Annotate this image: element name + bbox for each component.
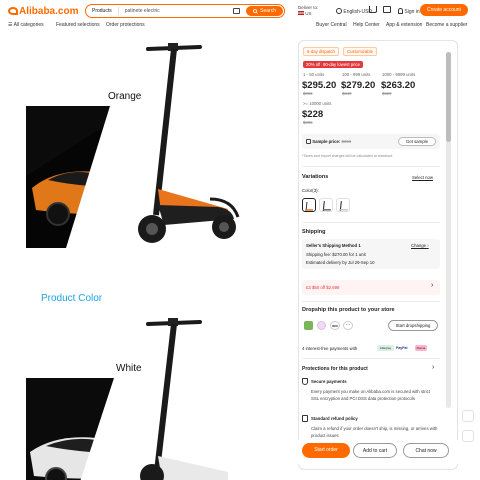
refund-icon xyxy=(302,415,308,422)
divider xyxy=(302,222,440,223)
tier-price-1: $295.20 xyxy=(302,80,337,91)
tier-old-price-3: $329 xyxy=(382,91,392,96)
product-color-heading: Product Color xyxy=(41,293,103,304)
tier-range-3: 1000 - 9999 units xyxy=(382,72,416,77)
secure-payments-text: Every payment you make on Alibaba.com is… xyxy=(311,389,430,401)
search-input[interactable] xyxy=(118,8,234,14)
product-gallery[interactable]: Orange Product Color White xyxy=(0,34,293,480)
change-shipping-link[interactable]: Change › xyxy=(411,243,429,248)
get-sample-button[interactable]: Get sample xyxy=(398,137,436,146)
deliver-to[interactable]: Deliver to: US xyxy=(298,5,318,17)
color-count-label: Color(3): xyxy=(302,188,319,193)
store-icon xyxy=(317,321,326,330)
shield-icon xyxy=(302,378,308,385)
select-now-link[interactable]: Select now xyxy=(412,175,433,180)
start-dropshipping-button[interactable]: Start dropshipping xyxy=(388,320,438,331)
alibaba-logo[interactable]: Alibaba.com xyxy=(8,6,78,17)
alibaba-mark-icon xyxy=(8,7,18,15)
nav-all-categories[interactable]: ☰ All categories xyxy=(8,22,44,28)
nav-help-center[interactable]: Help Center xyxy=(353,22,380,28)
gallery-diagonal-mask xyxy=(66,106,136,248)
divider xyxy=(302,358,440,359)
chevron-right-icon[interactable]: › xyxy=(432,364,434,371)
bulk-tier-range: >= 10000 units xyxy=(303,101,332,106)
scooter-thumb-icon xyxy=(339,201,348,211)
coupon-text: £3 $50 off $2,699 xyxy=(306,285,340,290)
wix-icon: WIX xyxy=(330,321,340,330)
search-bar: Products Search xyxy=(85,4,285,18)
sample-price-label: Sample price: $369 xyxy=(306,139,351,144)
nav-order-protections[interactable]: Order protections xyxy=(106,22,145,28)
shipping-fee: Shipping fee: $270.00 for 1 unit xyxy=(306,252,366,257)
white-scooter-image xyxy=(140,318,228,480)
scooter-thumb-icon xyxy=(305,201,313,212)
feedback-icon[interactable] xyxy=(462,410,474,422)
refund-policy-title: Standard refund policy xyxy=(311,416,358,421)
badge-5-day-dispatch: 5-day dispatch xyxy=(303,47,339,56)
cart-icon[interactable] xyxy=(369,6,377,13)
messages-icon[interactable] xyxy=(383,6,391,13)
scooter-thumb-icon xyxy=(322,201,331,211)
klarna-logo: Klarna xyxy=(415,345,427,351)
tier-price-2: $279.20 xyxy=(341,80,376,91)
box-icon xyxy=(306,139,311,144)
shopify-icon xyxy=(304,321,313,330)
paypal-logo: PayPal xyxy=(396,346,408,350)
dropship-title: Dropship this product to your store xyxy=(302,307,395,313)
tier-range-2: 100 - 999 units xyxy=(342,72,371,77)
tier-old-price-1: $369 xyxy=(303,91,313,96)
language-selector[interactable]: English-USD xyxy=(336,8,372,15)
refund-policy-text: Claim a refund if your order doesn't shi… xyxy=(311,426,438,438)
camera-icon[interactable] xyxy=(233,8,241,14)
user-icon xyxy=(398,8,403,14)
tier-range-1: 1 - 50 units xyxy=(303,72,325,77)
search-button[interactable]: Search xyxy=(246,6,283,16)
help-icon[interactable] xyxy=(462,430,474,442)
estimated-delivery: Estimated delivery by Jul 29-Sep 10 xyxy=(306,260,375,265)
shipping-title: Shipping xyxy=(302,229,326,235)
nav-app-extension[interactable]: App & extension xyxy=(386,22,422,28)
secure-payments-title: Secure payments xyxy=(311,379,347,384)
tax-note: *Taxes and import charges will be calcul… xyxy=(302,154,394,158)
bulk-tier-old-price: $285 xyxy=(303,120,313,125)
orange-scooter-image xyxy=(138,43,240,243)
header: Alibaba.com Products Search Deliver to: … xyxy=(0,0,480,34)
globe-icon xyxy=(336,8,342,14)
chevron-right-icon: › xyxy=(431,282,434,289)
tier-old-price-2: $349 xyxy=(342,91,352,96)
afterpay-logo: Afterpay xyxy=(377,345,394,351)
shipping-method: Seller's Shipping Method 1 xyxy=(306,243,361,248)
add-to-cart-button[interactable]: Add to cart xyxy=(353,443,397,458)
protections-title: Protections for this product xyxy=(302,366,368,372)
promo-lowest-price-badge: 90-day lowest price xyxy=(320,61,364,68)
chat-now-button[interactable]: Chat now xyxy=(403,443,449,458)
nav-buyer-central[interactable]: Buyer Central xyxy=(316,22,347,28)
color-swatch-2[interactable] xyxy=(319,198,333,212)
color-swatch-1[interactable] xyxy=(302,198,316,212)
gallery-diagonal-mask-2 xyxy=(80,378,136,480)
color-swatch-3[interactable] xyxy=(336,198,350,212)
divider xyxy=(302,166,440,167)
bulk-tier-price: $228 xyxy=(302,109,324,120)
payments-text: 4 interest-free payments with xyxy=(302,346,358,351)
divider xyxy=(302,301,440,302)
sign-in-link[interactable]: Sign in xyxy=(398,8,420,15)
search-icon xyxy=(253,8,258,14)
more-icon: ··· xyxy=(343,321,353,330)
panel-scrollbar-thumb[interactable] xyxy=(446,52,451,142)
search-category-select[interactable]: Products xyxy=(86,7,119,15)
nav-become-supplier[interactable]: Become a supplier xyxy=(426,22,467,28)
tier-price-3: $263.20 xyxy=(381,80,416,91)
us-flag-icon xyxy=(298,11,304,15)
start-order-button[interactable]: Start order xyxy=(302,443,350,458)
badge-customizable: Customizable xyxy=(343,47,378,56)
create-account-button[interactable]: Create account xyxy=(420,4,468,16)
nav-featured-selections[interactable]: Featured selections xyxy=(56,22,100,28)
variations-title: Variations xyxy=(302,174,329,180)
